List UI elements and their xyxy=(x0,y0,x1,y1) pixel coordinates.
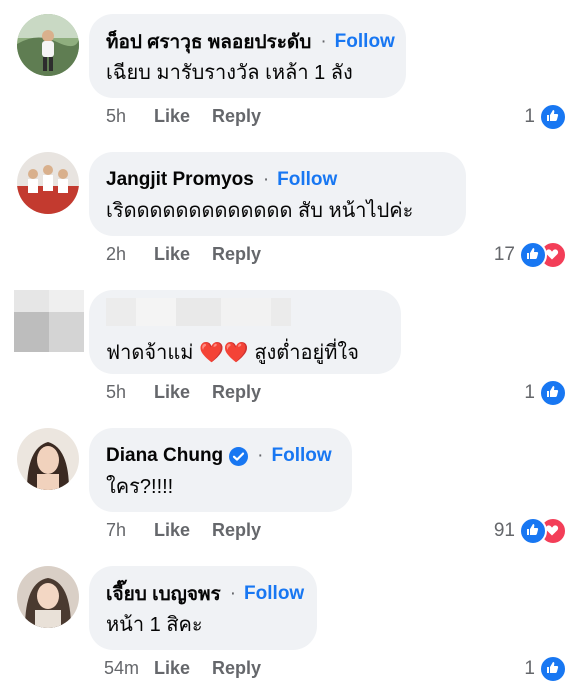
reaction-count: 17 xyxy=(493,244,515,265)
reaction-count: 1 xyxy=(524,382,535,403)
avatar-blurred[interactable] xyxy=(14,290,84,352)
author-name[interactable]: Jangjit Promyos xyxy=(106,169,254,191)
comment-text: เริดดดดดดดดดดดดด สับ หน้าไปค่ะ xyxy=(106,200,414,222)
comments-thread: ท็อป ศราวุธ พลอยประดับ · Follow เฉียบ มา… xyxy=(0,0,584,696)
like-button[interactable]: Like xyxy=(154,520,190,541)
comment-bubble: Jangjit Promyos · Follow เริดดดดดดดดดดดด… xyxy=(89,152,466,236)
author-name[interactable]: เจี๊ยบ เบญจพร xyxy=(106,579,221,609)
reaction-summary[interactable]: 1 xyxy=(524,655,567,683)
reaction-count: 91 xyxy=(493,520,515,541)
timestamp[interactable]: 5h xyxy=(106,106,154,127)
follow-button[interactable]: Follow xyxy=(335,31,395,53)
separator-dot: · xyxy=(229,583,237,604)
verified-badge-icon xyxy=(229,446,249,466)
like-icon xyxy=(539,103,567,131)
comment-text: เฉียบ มารับรางวัล เหล้า 1 ลัง xyxy=(106,62,353,84)
comment-actions: 7h Like Reply xyxy=(106,520,261,541)
comment-actions: 5h Like Reply xyxy=(106,106,261,127)
comment-text: ใคร?!!!! xyxy=(106,476,174,498)
timestamp[interactable]: 5h xyxy=(106,382,154,403)
reaction-summary[interactable]: 17 xyxy=(494,241,567,269)
comment-item: Jangjit Promyos · Follow เริดดดดดดดดดดดด… xyxy=(0,138,584,276)
reply-button[interactable]: Reply xyxy=(212,658,261,679)
reply-button[interactable]: Reply xyxy=(212,106,261,127)
avatar[interactable] xyxy=(17,14,79,76)
like-icon xyxy=(519,517,547,545)
avatar[interactable] xyxy=(17,152,79,214)
like-icon xyxy=(519,241,547,269)
reaction-summary[interactable]: 91 xyxy=(494,517,567,545)
author-name[interactable]: ท็อป ศราวุธ พลอยประดับ xyxy=(106,27,311,57)
reaction-count: 1 xyxy=(524,658,535,679)
follow-button[interactable]: Follow xyxy=(272,445,332,467)
like-button[interactable]: Like xyxy=(154,658,190,679)
comment-text: หน้า 1 สิคะ xyxy=(106,614,203,636)
like-button[interactable]: Like xyxy=(154,106,190,127)
follow-button[interactable]: Follow xyxy=(244,583,304,605)
reply-button[interactable]: Reply xyxy=(212,244,261,265)
like-icon xyxy=(539,379,567,407)
like-icon xyxy=(539,655,567,683)
comment-item: Diana Chung · Follow ใคร?!!!! 7h Like Re… xyxy=(0,414,584,552)
comment-text: ฟาดจ้าแม่ ❤️❤️ สูงต่ำอยู่ที่ใจ xyxy=(106,342,359,364)
reaction-summary[interactable]: 1 xyxy=(524,103,567,131)
separator-dot: · xyxy=(262,169,270,190)
comment-item: เจี๊ยบ เบญจพร · Follow หน้า 1 สิคะ 54m L… xyxy=(0,552,584,690)
author-name-blurred xyxy=(106,298,383,326)
like-button[interactable]: Like xyxy=(154,244,190,265)
timestamp[interactable]: 2h xyxy=(106,244,154,265)
author-name[interactable]: Diana Chung xyxy=(106,445,223,467)
separator-dot: · xyxy=(257,445,264,466)
comment-bubble: เจี๊ยบ เบญจพร · Follow หน้า 1 สิคะ xyxy=(89,566,317,650)
avatar[interactable] xyxy=(17,428,79,490)
comment-actions: 2h Like Reply xyxy=(106,244,261,265)
comment-bubble: Diana Chung · Follow ใคร?!!!! xyxy=(89,428,352,512)
comment-item: ฟาดจ้าแม่ ❤️❤️ สูงต่ำอยู่ที่ใจ 5h Like R… xyxy=(0,276,584,414)
avatar[interactable] xyxy=(17,566,79,628)
timestamp[interactable]: 7h xyxy=(106,520,154,541)
separator-dot: · xyxy=(320,31,327,52)
reaction-count: 1 xyxy=(524,106,535,127)
comment-actions: 5h Like Reply xyxy=(106,382,261,403)
reply-button[interactable]: Reply xyxy=(212,382,261,403)
follow-button[interactable]: Follow xyxy=(277,169,337,191)
comment-actions: 54m Like Reply xyxy=(104,658,261,679)
comment-bubble: ฟาดจ้าแม่ ❤️❤️ สูงต่ำอยู่ที่ใจ xyxy=(89,290,401,374)
timestamp[interactable]: 54m xyxy=(104,658,154,679)
comment-bubble: ท็อป ศราวุธ พลอยประดับ · Follow เฉียบ มา… xyxy=(89,14,406,98)
comment-item: ท็อป ศราวุธ พลอยประดับ · Follow เฉียบ มา… xyxy=(0,0,584,138)
reaction-summary[interactable]: 1 xyxy=(524,379,567,407)
reply-button[interactable]: Reply xyxy=(212,520,261,541)
like-button[interactable]: Like xyxy=(154,382,190,403)
